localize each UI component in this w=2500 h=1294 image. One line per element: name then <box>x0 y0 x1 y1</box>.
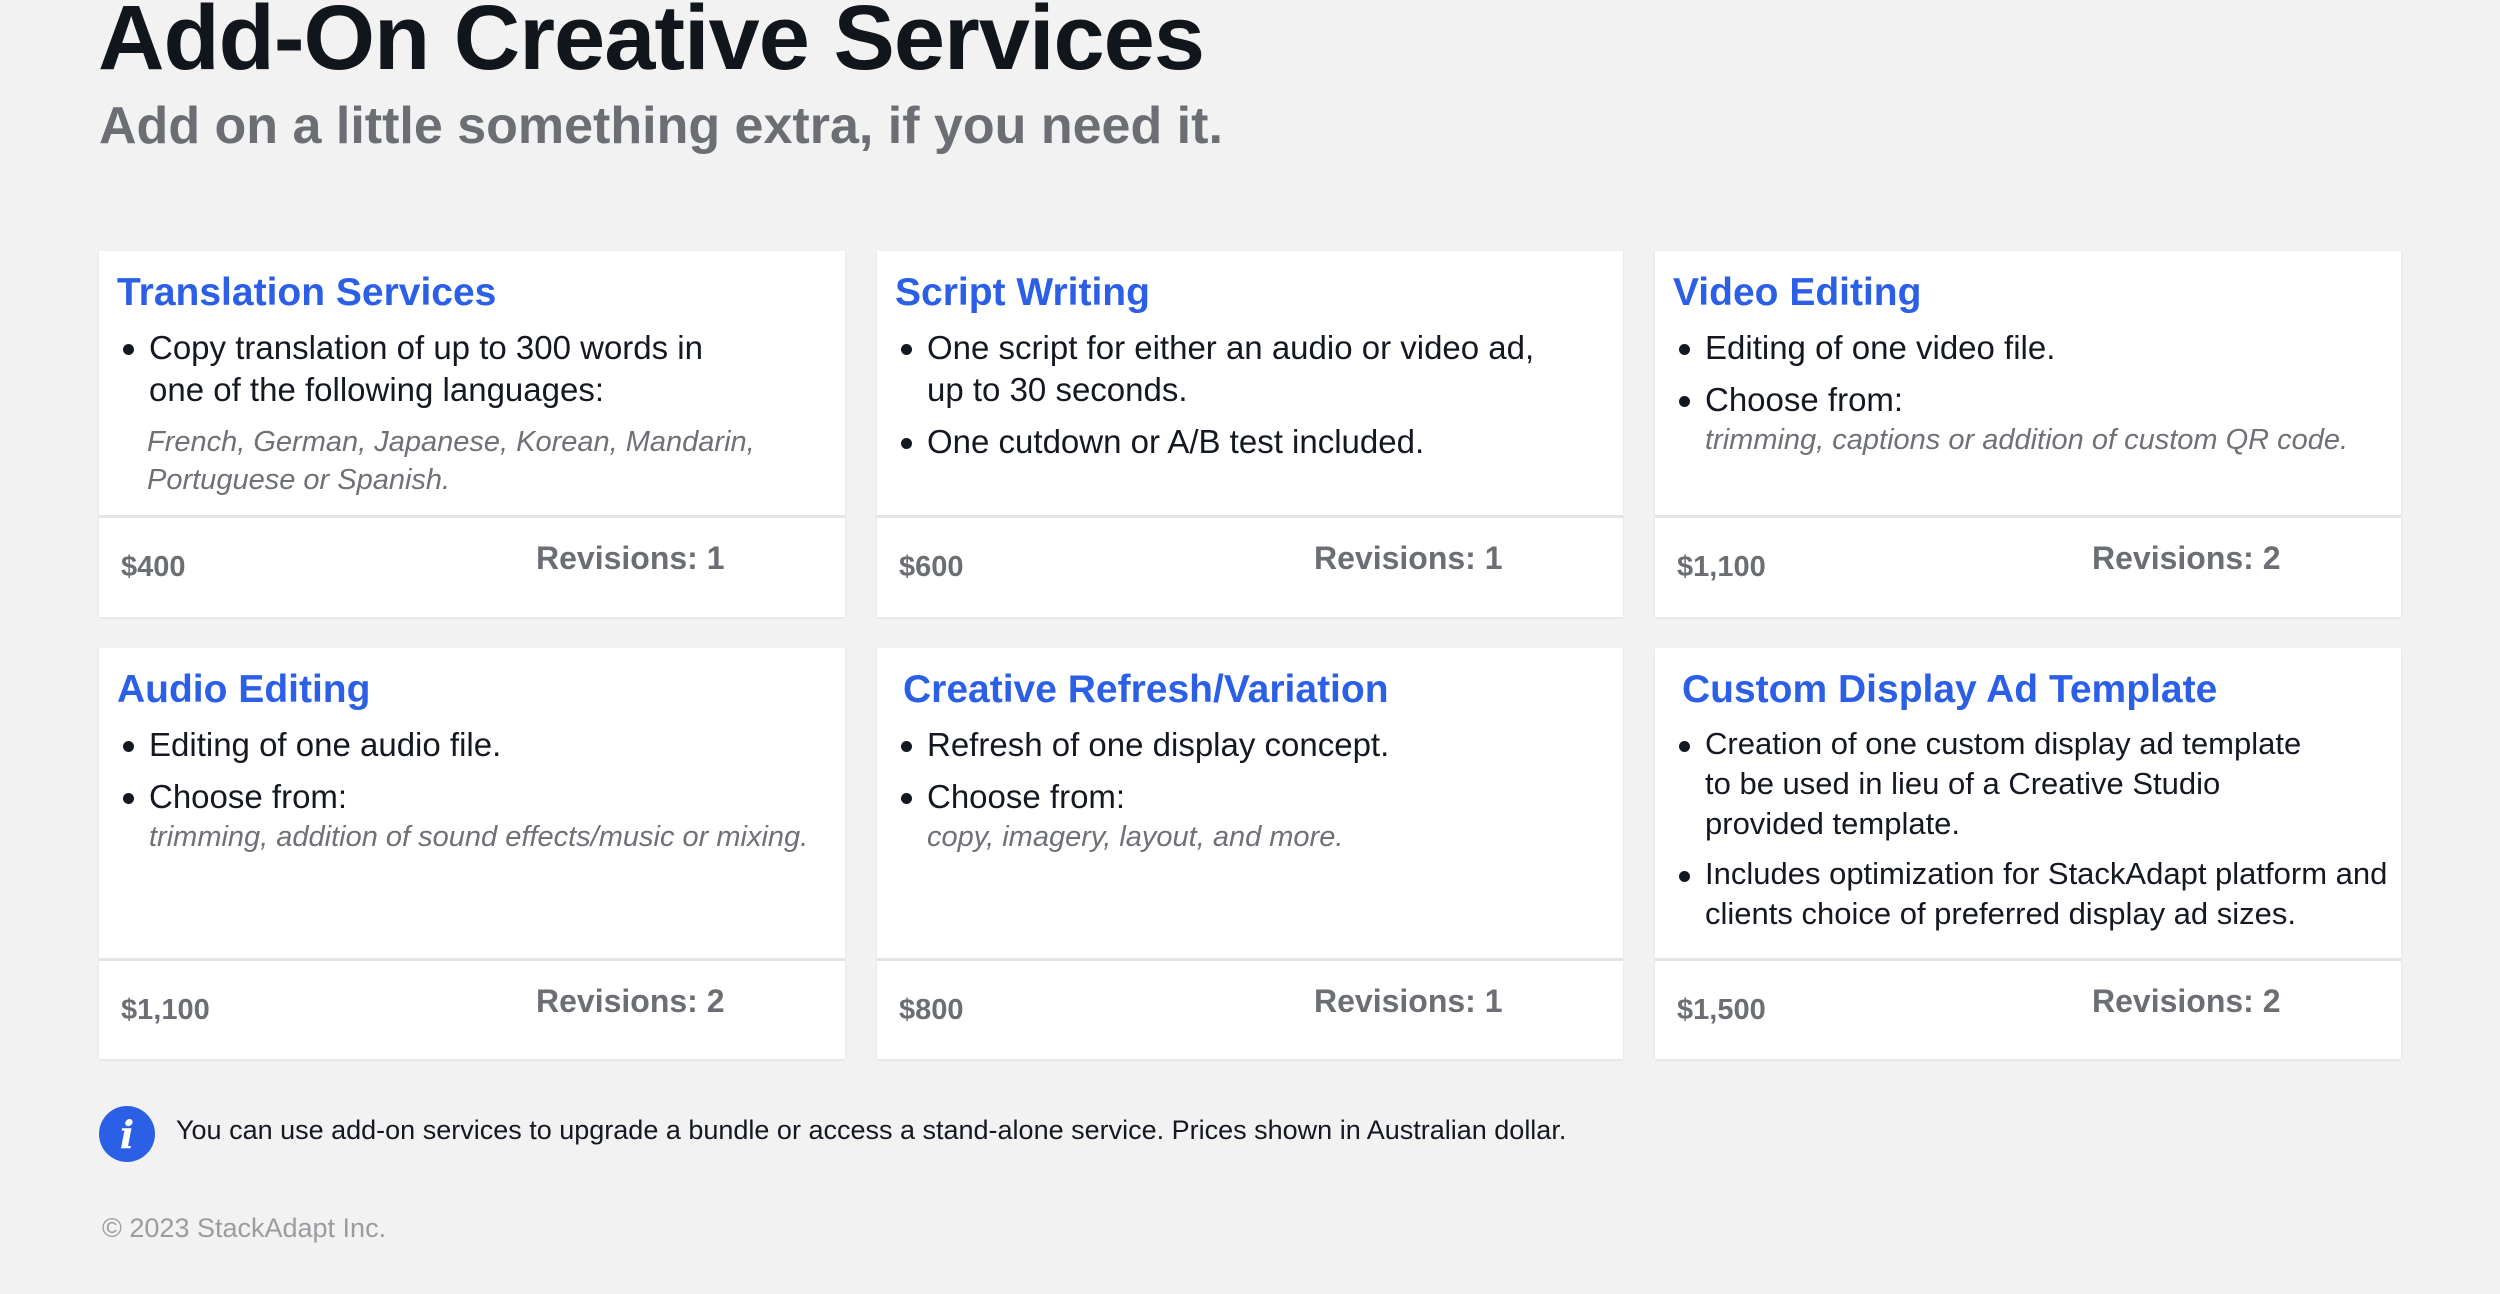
price-label: $400 <box>121 551 186 583</box>
bullet-dot <box>123 793 134 804</box>
price-label: $1,500 <box>1677 994 1766 1026</box>
bullet-list: Refresh of one display concept. Choose f… <box>877 724 1623 866</box>
service-card-video-editing: Video Editing Editing of one video file.… <box>1655 251 2401 617</box>
price-label: $800 <box>899 994 964 1026</box>
bullet-item: One script for either an audio or video … <box>877 327 1567 411</box>
price-label: $1,100 <box>121 994 210 1026</box>
bullet-dot <box>901 344 912 355</box>
card-divider <box>877 958 1623 961</box>
bullet-item: Creation of one custom display ad templa… <box>1655 724 2325 844</box>
bullet-text: Refresh of one display concept. <box>927 726 1390 763</box>
bullet-list: Editing of one audio file. Choose from: … <box>99 724 845 866</box>
bullet-note: trimming, addition of sound effects/musi… <box>149 821 809 853</box>
bullet-item: Editing of one video file. <box>1655 327 2401 369</box>
bullet-text: Choose from: <box>927 778 1126 815</box>
bullet-text: Includes optimization for StackAdapt pla… <box>1705 856 2388 931</box>
price-label: $1,100 <box>1677 551 1766 583</box>
bullet-item: Includes optimization for StackAdapt pla… <box>1655 854 2395 934</box>
bullet-text: Editing of one audio file. <box>149 726 502 763</box>
bullet-list: Editing of one video file. Choose from: … <box>1655 327 2401 469</box>
card-divider <box>99 515 845 518</box>
page-title: Add-On Creative Services <box>98 0 1205 89</box>
card-divider <box>1655 958 2401 961</box>
bullet-item: Refresh of one display concept. <box>877 724 1623 766</box>
footnote-text: You can use add-on services to upgrade a… <box>176 1115 1567 1145</box>
revisions-label: Revisions: 2 <box>536 983 725 1019</box>
card-title: Video Editing <box>1673 271 1922 314</box>
card-title: Audio Editing <box>117 668 371 711</box>
card-title: Script Writing <box>895 271 1150 314</box>
bullet-list: Creation of one custom display ad templa… <box>1655 724 2401 944</box>
language-note: French, German, Japanese, Korean, Mandar… <box>147 426 755 496</box>
bullet-dot <box>901 438 912 449</box>
bullet-item: Choose from: trimming, addition of sound… <box>99 776 845 856</box>
info-icon: i <box>99 1106 155 1162</box>
bullet-text: One cutdown or A/B test included. <box>927 423 1425 460</box>
bullet-note: trimming, captions or addition of custom… <box>1705 424 2349 456</box>
copyright-text: © 2023 StackAdapt Inc. <box>102 1213 387 1243</box>
revisions-label: Revisions: 1 <box>536 540 725 576</box>
bullet-item: Editing of one audio file. <box>99 724 845 766</box>
revisions-label: Revisions: 2 <box>2092 540 2281 576</box>
bullet-item: One cutdown or A/B test included. <box>877 421 1567 463</box>
card-divider <box>1655 515 2401 518</box>
bullet-dot <box>1679 396 1690 407</box>
card-title: Translation Services <box>117 271 497 314</box>
card-title: Custom Display Ad Template <box>1682 668 2218 711</box>
service-card-custom-display-ad: Custom Display Ad Template Creation of o… <box>1655 648 2401 1059</box>
bullet-dot <box>1679 741 1690 752</box>
price-label: $600 <box>899 551 964 583</box>
revisions-label: Revisions: 1 <box>1314 983 1503 1019</box>
service-card-script-writing: Script Writing One script for either an … <box>877 251 1623 617</box>
bullet-text: Choose from: <box>1705 381 1904 418</box>
service-card-translation: Translation Services Copy translation of… <box>99 251 845 617</box>
card-divider <box>99 958 845 961</box>
bullet-dot <box>1679 344 1690 355</box>
bullet-item: Choose from: copy, imagery, layout, and … <box>877 776 1623 856</box>
bullet-dot <box>901 793 912 804</box>
bullet-dot <box>123 344 134 355</box>
bullet-text: Choose from: <box>149 778 348 815</box>
card-title: Creative Refresh/Variation <box>903 668 1389 711</box>
bullet-item: Choose from: trimming, captions or addit… <box>1655 379 2401 459</box>
bullet-list: Copy translation of up to 300 words in o… <box>99 327 845 421</box>
bullet-dot <box>901 741 912 752</box>
bullet-text: Editing of one video file. <box>1705 329 2056 366</box>
bullet-text: One script for either an audio or video … <box>927 329 1535 408</box>
bullet-note: copy, imagery, layout, and more. <box>927 821 1344 853</box>
bullet-list: One script for either an audio or video … <box>877 327 1623 473</box>
bullet-text: Creation of one custom display ad templa… <box>1705 726 2302 841</box>
bullet-text: Copy translation of up to 300 words in o… <box>149 329 703 408</box>
revisions-label: Revisions: 2 <box>2092 983 2281 1019</box>
revisions-label: Revisions: 1 <box>1314 540 1503 576</box>
bullet-dot <box>123 741 134 752</box>
card-divider <box>877 515 1623 518</box>
bullet-dot <box>1679 871 1690 882</box>
page-subtitle: Add on a little something extra, if you … <box>99 97 1223 155</box>
service-card-creative-refresh: Creative Refresh/Variation Refresh of on… <box>877 648 1623 1059</box>
bullet-item: Copy translation of up to 300 words in o… <box>99 327 729 411</box>
service-card-audio-editing: Audio Editing Editing of one audio file.… <box>99 648 845 1059</box>
